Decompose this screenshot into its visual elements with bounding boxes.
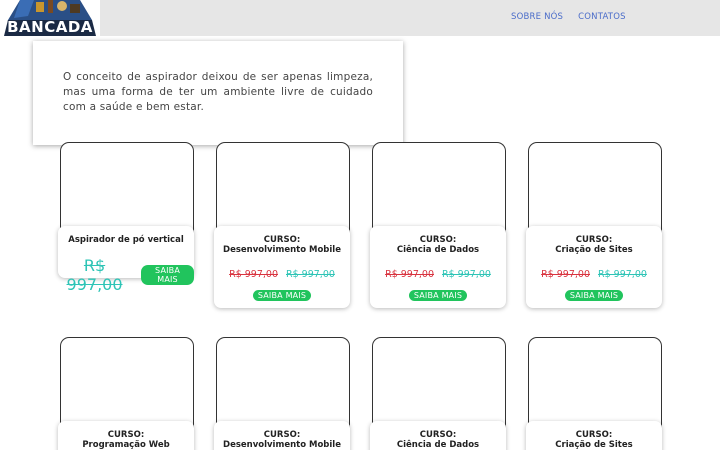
course-title: CURSO: Desenvolvimento Mobile — [218, 235, 346, 255]
logo[interactable]: BANCADA — [0, 0, 100, 36]
course-info: CURSO: Desenvolvimento Mobile R$ 997,00 R… — [214, 226, 350, 308]
course-name: Programação Web — [82, 439, 170, 450]
logo-text: BANCADA — [6, 17, 93, 36]
course-info: CURSO: Ciência de Dados — [370, 421, 506, 450]
sale-price: R$ 997,00 — [442, 269, 491, 280]
course-info: CURSO: Ciência de Dados R$ 997,00 R$ 997,… — [370, 226, 506, 308]
saiba-mais-button[interactable]: SAIBA MAIS — [141, 264, 194, 285]
saiba-mais-button[interactable]: SAIBA MAIS — [408, 290, 468, 301]
intro-text: O conceito de aspirador deixou de ser ap… — [63, 71, 373, 113]
course-title: CURSO: Desenvolvimento Mobile — [218, 430, 346, 450]
price-row: R$ 997,00 R$ 997,00 — [214, 269, 350, 280]
top-nav: SOBRE NÓS CONTATOS — [511, 12, 626, 22]
product-title: Aspirador de pó vertical — [68, 235, 184, 245]
course-name: Ciência de Dados — [396, 244, 480, 255]
nav-link-contacts[interactable]: CONTATOS — [578, 12, 626, 22]
course-name: Criação de Sites — [555, 439, 633, 450]
course-card[interactable]: CURSO: Desenvolvimento Mobile R$ 997,00 R… — [214, 142, 352, 312]
page: BANCADA SOBRE NÓS CONTATOS O conceito de… — [0, 0, 720, 450]
course-title: CURSO: Criação de Sites — [530, 235, 658, 255]
nav-link-about[interactable]: SOBRE NÓS — [511, 12, 563, 22]
price-row: R$ 997,00 R$ 997,00 — [526, 269, 662, 280]
course-title: CURSO: Ciência de Dados — [374, 430, 502, 450]
original-price: R$ 997,00 — [541, 269, 590, 280]
course-info: CURSO: Desenvolvimento Mobile — [214, 421, 350, 450]
course-info: CURSO: Programação Web — [58, 421, 194, 450]
price-row: R$ 997,00 R$ 997,00 — [370, 269, 506, 280]
course-name: Criação de Sites — [555, 244, 633, 255]
course-card[interactable]: CURSO: Criação de Sites R$ 997,00 R$ 997,… — [526, 142, 664, 312]
course-card[interactable]: CURSO: Ciência de Dados R$ 997,00 R$ 997,… — [370, 142, 508, 312]
course-card[interactable]: CURSO: Programação Web — [58, 337, 196, 450]
course-info: CURSO: Criação de Sites — [526, 421, 662, 450]
course-name: Desenvolvimento Mobile — [223, 439, 341, 450]
product-card[interactable]: Aspirador de pó vertical R$ 997,00 SAIBA… — [58, 142, 196, 294]
course-card[interactable]: CURSO: Criação de Sites — [526, 337, 664, 450]
sale-price: R$ 997,00 — [66, 255, 123, 294]
sale-price: R$ 997,00 — [598, 269, 647, 280]
original-price: R$ 997,00 — [229, 269, 278, 280]
course-title: CURSO: Criação de Sites — [530, 430, 658, 450]
header: BANCADA SOBRE NÓS CONTATOS — [0, 0, 720, 36]
original-price: R$ 997,00 — [385, 269, 434, 280]
product-info: Aspirador de pó vertical R$ 997,00 SAIBA… — [58, 226, 194, 294]
sale-price: R$ 997,00 — [286, 269, 335, 280]
course-card[interactable]: CURSO: Desenvolvimento Mobile — [214, 337, 352, 450]
course-card[interactable]: CURSO: Ciência de Dados — [370, 337, 508, 450]
course-name: Desenvolvimento Mobile — [223, 244, 341, 255]
course-info: CURSO: Criação de Sites R$ 997,00 R$ 997,… — [526, 226, 662, 308]
saiba-mais-button[interactable]: SAIBA MAIS — [252, 290, 312, 301]
course-title: CURSO: Programação Web — [62, 430, 190, 450]
course-title: CURSO: Ciência de Dados — [374, 235, 502, 255]
price-row: R$ 997,00 SAIBA MAIS — [58, 256, 194, 294]
saiba-mais-button[interactable]: SAIBA MAIS — [564, 290, 624, 301]
intro-box: O conceito de aspirador deixou de ser ap… — [33, 41, 403, 145]
course-name: Ciência de Dados — [396, 439, 480, 450]
